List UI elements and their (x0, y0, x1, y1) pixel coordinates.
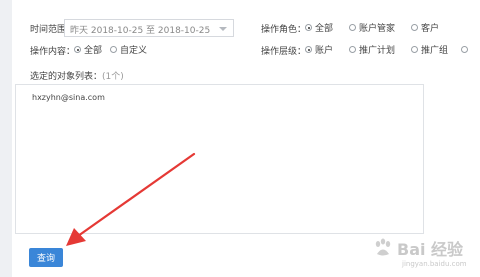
query-button[interactable]: 查询 (29, 248, 63, 267)
date-range-value: 昨天 2018-10-25 至 2018-10-25 (70, 26, 211, 36)
content-option-custom[interactable]: 自定义 (110, 43, 147, 56)
date-range-select[interactable]: 昨天 2018-10-25 至 2018-10-25 (64, 19, 234, 37)
role-label: 操作角色： (261, 25, 307, 35)
role-option-all[interactable]: 全部 (305, 21, 349, 34)
list-item[interactable]: hxzyhn@sina.com (32, 93, 105, 102)
level-option-campaign[interactable]: 推广计划 (349, 43, 411, 56)
level-option-more[interactable] (461, 46, 471, 53)
role-option-account-manager[interactable]: 账户管家 (349, 21, 411, 34)
baidu-jingyan-watermark: Bai 经验 (372, 236, 463, 260)
role-option-client[interactable]: 客户 (411, 21, 439, 34)
radio-checked-icon (305, 24, 312, 31)
level-option-adgroup[interactable]: 推广组 (411, 43, 461, 56)
radio-icon (110, 46, 117, 53)
content-option-all[interactable]: 全部 (74, 43, 110, 56)
selected-objects-count: (1个) (102, 72, 124, 82)
radio-icon (349, 46, 356, 53)
selected-objects-list[interactable] (15, 84, 424, 234)
radio-icon (411, 46, 418, 53)
selected-objects-title: 选定的对象列表：(1个) (30, 72, 124, 82)
radio-icon (349, 24, 356, 31)
radio-icon (461, 46, 468, 53)
paw-logo-icon (375, 238, 391, 256)
level-option-account[interactable]: 账户 (305, 43, 349, 56)
chevron-down-icon (219, 27, 227, 31)
radio-checked-icon (305, 46, 312, 53)
level-radio-group: 账户 推广计划 推广组 (305, 43, 471, 56)
radio-icon (411, 24, 418, 31)
watermark-url: jingyan.baidu.com (402, 260, 467, 268)
content-label: 操作内容： (30, 47, 76, 57)
role-radio-group: 全部 账户管家 客户 (305, 21, 439, 34)
content-radio-group: 全部 自定义 (74, 43, 147, 56)
radio-checked-icon (74, 46, 81, 53)
level-label: 操作层级： (261, 47, 307, 57)
